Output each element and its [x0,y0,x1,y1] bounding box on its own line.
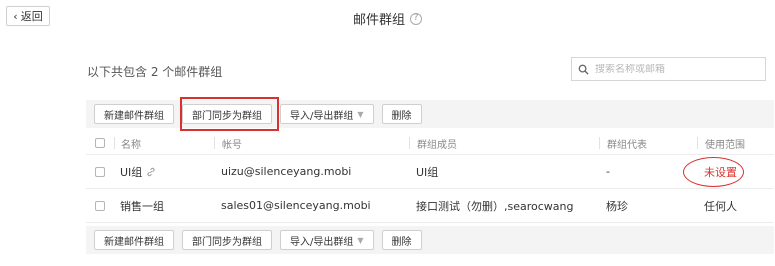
search-icon [578,64,589,75]
group-members: UI组 [416,165,439,179]
table-header: 名称 帐号 群组成员 群组代表 使用范围 [86,132,774,155]
question-circle-icon[interactable]: ? [410,12,422,25]
import-export-dropdown[interactable]: 导入/导出群组 ▼ [280,230,374,250]
column-header-name: 名称 [114,137,214,149]
new-group-button[interactable]: 新建邮件群组 [94,104,174,124]
column-header-rep: 群组代表 [599,137,697,149]
page-title-wrap: 邮件群组 ? [0,9,775,28]
import-export-dropdown[interactable]: 导入/导出群组 ▼ [280,104,374,124]
toolbar-bottom: 新建邮件群组 部门同步为群组 导入/导出群组 ▼ 删除 [86,226,774,254]
group-scope[interactable]: 未设置 [697,155,774,188]
group-name[interactable]: UI组 [120,164,142,180]
search-input[interactable] [595,63,755,75]
column-header-members: 群组成员 [409,137,599,149]
table-row[interactable]: 销售一组 sales01@silenceyang.mobi 接口测试（勿删）,s… [86,189,774,223]
column-header-scope: 使用范围 [697,137,774,149]
dept-sync-button[interactable]: 部门同步为群组 [182,230,272,250]
group-rep: 杨珍 [606,199,628,213]
column-header-account: 帐号 [214,137,409,149]
toolbar-top: 新建邮件群组 部门同步为群组 导入/导出群组 ▼ 删除 [86,100,774,128]
caret-down-icon: ▼ [357,109,364,119]
group-table: 名称 帐号 群组成员 群组代表 使用范围 UI组 uizu@silenceyan… [86,132,774,223]
row-checkbox[interactable] [95,200,105,211]
caret-down-icon: ▼ [357,235,364,245]
page-title: 邮件群组 [352,13,405,28]
group-name[interactable]: 销售一组 [120,198,164,214]
delete-button[interactable]: 删除 [381,230,422,250]
row-checkbox[interactable] [95,166,105,177]
group-count-summary: 以下共包含 2 个邮件群组 [87,65,223,79]
table-row[interactable]: UI组 uizu@silenceyang.mobi UI组 - 未设置 [86,155,774,189]
select-all-checkbox[interactable] [95,138,105,148]
import-export-label: 导入/导出群组 [290,110,354,122]
group-account: uizu@silenceyang.mobi [221,165,352,178]
search-box[interactable] [571,57,766,81]
group-members: 接口测试（勿删）,searocwang [416,199,574,213]
group-scope[interactable]: 任何人 [697,189,774,222]
delete-button[interactable]: 删除 [381,104,422,124]
group-account: sales01@silenceyang.mobi [221,199,371,212]
dept-sync-button[interactable]: 部门同步为群组 [182,104,272,124]
import-export-label: 导入/导出群组 [290,236,354,248]
new-group-button[interactable]: 新建邮件群组 [94,230,174,250]
link-icon[interactable] [146,167,156,177]
group-rep: - [606,165,610,178]
